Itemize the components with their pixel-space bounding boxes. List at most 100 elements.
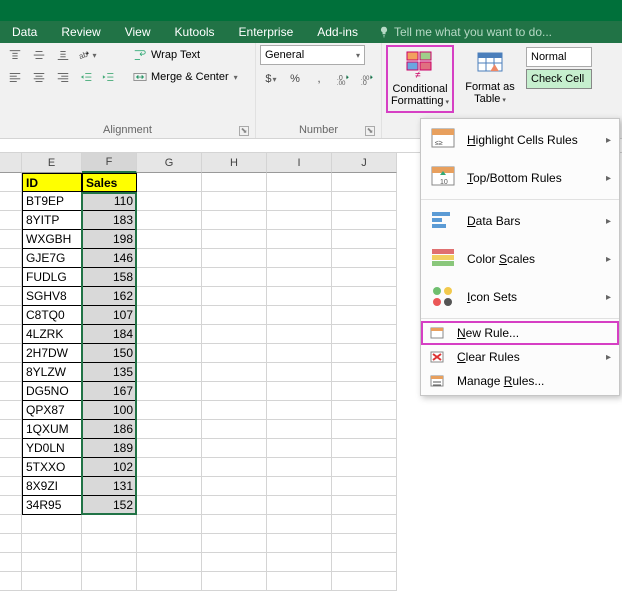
cell-id[interactable]: DG5NO — [22, 382, 82, 401]
menu-label: ew Rule... — [466, 326, 519, 340]
ribbon-tabs: Data Review View Kutools Enterprise Add-… — [0, 21, 622, 43]
cell-sales[interactable]: 184 — [82, 325, 137, 344]
cell-sales[interactable]: 167 — [82, 382, 137, 401]
conditional-formatting-menu: ≤≥ Highlight Cells Rules ▸ 10 Top/Bottom… — [420, 118, 620, 396]
number-format-value: General — [265, 49, 304, 61]
align-center-button[interactable] — [28, 67, 50, 87]
cell-id[interactable]: 5TXXO — [22, 458, 82, 477]
col-header-J[interactable]: J — [332, 153, 397, 173]
cell-id[interactable]: 8YLZW — [22, 363, 82, 382]
tab-kutools[interactable]: Kutools — [163, 21, 227, 43]
tab-view[interactable]: View — [113, 21, 163, 43]
tab-enterprise[interactable]: Enterprise — [227, 21, 306, 43]
col-header-G[interactable]: G — [137, 153, 202, 173]
cell-sales[interactable]: 186 — [82, 420, 137, 439]
conditional-formatting-icon: ≠ — [404, 49, 436, 81]
cell-sales[interactable]: 183 — [82, 211, 137, 230]
cell-sales[interactable]: 110 — [82, 192, 137, 211]
number-launcher[interactable]: ⬊ — [365, 126, 375, 136]
accounting-format-button[interactable]: $▾ — [260, 69, 282, 89]
col-header-I[interactable]: I — [267, 153, 332, 173]
decrease-decimal-button[interactable]: .00.0 — [356, 69, 378, 89]
menu-new-rule[interactable]: New Rule... — [421, 321, 619, 345]
tab-addins[interactable]: Add-ins — [305, 21, 370, 43]
cell-id[interactable]: 34R95 — [22, 496, 82, 515]
menu-clear-rules[interactable]: Clear Rules ▸ — [421, 345, 619, 369]
increase-decimal-button[interactable]: .0.00 — [332, 69, 354, 89]
merge-icon — [133, 70, 147, 84]
menu-manage-rules[interactable]: Manage Rules... — [421, 369, 619, 393]
cell-id[interactable]: FUDLG — [22, 268, 82, 287]
cell-id[interactable]: BT9EP — [22, 192, 82, 211]
cell-style-normal[interactable]: Normal — [526, 47, 592, 67]
menu-highlight-cells-rules[interactable]: ≤≥ Highlight Cells Rules ▸ — [421, 121, 619, 159]
cell-sales[interactable]: 158 — [82, 268, 137, 287]
cell-sales[interactable]: 135 — [82, 363, 137, 382]
remove me tag: ≤≥ — [429, 126, 457, 154]
tab-data[interactable]: Data — [0, 21, 49, 43]
cell-id[interactable]: GJE7G — [22, 249, 82, 268]
color-scales-icon — [430, 246, 456, 272]
cell-id[interactable]: SGHV8 — [22, 287, 82, 306]
clear-rules-icon — [430, 349, 446, 365]
wrap-text-button[interactable]: Wrap Text — [129, 45, 249, 65]
menu-data-bars[interactable]: Data Bars ▸ — [421, 202, 619, 240]
svg-text:.0: .0 — [361, 80, 367, 86]
menu-label: Manage — [457, 374, 504, 388]
svg-text:≤≥: ≤≥ — [435, 140, 443, 147]
cell-sales[interactable]: 189 — [82, 439, 137, 458]
merge-center-button[interactable]: Merge & Center ▾ — [129, 67, 249, 87]
cell-sales[interactable]: 150 — [82, 344, 137, 363]
align-middle-button[interactable] — [28, 45, 50, 65]
cell-sales[interactable]: 102 — [82, 458, 137, 477]
new-rule-icon — [430, 325, 446, 341]
align-left-button[interactable] — [4, 67, 26, 87]
highlight-cells-icon: ≤≥ — [430, 127, 456, 153]
percent-format-button[interactable]: % — [284, 69, 306, 89]
menu-icon-sets[interactable]: Icon Sets ▸ — [421, 278, 619, 316]
svg-text:.00: .00 — [337, 80, 346, 86]
col-header-H[interactable]: H — [202, 153, 267, 173]
menu-top-bottom-rules[interactable]: 10 Top/Bottom Rules ▸ — [421, 159, 619, 197]
cell-sales[interactable]: 131 — [82, 477, 137, 496]
row-col-corner[interactable] — [0, 153, 22, 173]
alignment-launcher[interactable]: ⬊ — [239, 126, 249, 136]
menu-color-scales[interactable]: Color Scales ▸ — [421, 240, 619, 278]
increase-indent-button[interactable] — [98, 67, 120, 87]
align-bottom-button[interactable] — [52, 45, 74, 65]
align-right-button[interactable] — [52, 67, 74, 87]
cell-id[interactable]: YD0LN — [22, 439, 82, 458]
conditional-formatting-button[interactable]: ≠ Conditional Formatting▾ — [386, 45, 454, 113]
svg-text:ab: ab — [78, 49, 90, 61]
cell-sales[interactable]: 198 — [82, 230, 137, 249]
menu-label: ighlight Cells Rules — [476, 133, 578, 147]
wrap-text-icon — [133, 48, 147, 62]
cell-id[interactable]: 4LZRK — [22, 325, 82, 344]
cell-id[interactable]: 8X9ZI — [22, 477, 82, 496]
decrease-indent-button[interactable] — [76, 67, 98, 87]
cell-sales[interactable]: 162 — [82, 287, 137, 306]
cell-sales[interactable]: 152 — [82, 496, 137, 515]
cell-id[interactable]: 2H7DW — [22, 344, 82, 363]
cell-id[interactable]: 1QXUM — [22, 420, 82, 439]
tell-me-search[interactable]: Tell me what you want to do... — [370, 21, 560, 43]
cell-id[interactable]: C8TQ0 — [22, 306, 82, 325]
cell-sales[interactable]: 146 — [82, 249, 137, 268]
header-id[interactable]: ID — [22, 173, 82, 192]
col-header-E[interactable]: E — [22, 153, 82, 173]
col-header-F[interactable]: F — [82, 153, 137, 173]
cell-sales[interactable]: 100 — [82, 401, 137, 420]
orientation-button[interactable]: ab▾ — [76, 45, 98, 65]
number-group-label: Number ⬊ — [260, 123, 377, 138]
cell-id[interactable]: 8YITP — [22, 211, 82, 230]
header-sales[interactable]: Sales — [82, 173, 137, 192]
format-as-table-button[interactable]: Format as Table▾ — [456, 45, 524, 109]
number-format-dropdown[interactable]: General ▾ — [260, 45, 365, 65]
comma-format-button[interactable]: , — [308, 69, 330, 89]
align-top-button[interactable] — [4, 45, 26, 65]
tab-review[interactable]: Review — [49, 21, 112, 43]
cell-style-check[interactable]: Check Cell — [526, 69, 592, 89]
cell-sales[interactable]: 107 — [82, 306, 137, 325]
cell-id[interactable]: QPX87 — [22, 401, 82, 420]
cell-id[interactable]: WXGBH — [22, 230, 82, 249]
